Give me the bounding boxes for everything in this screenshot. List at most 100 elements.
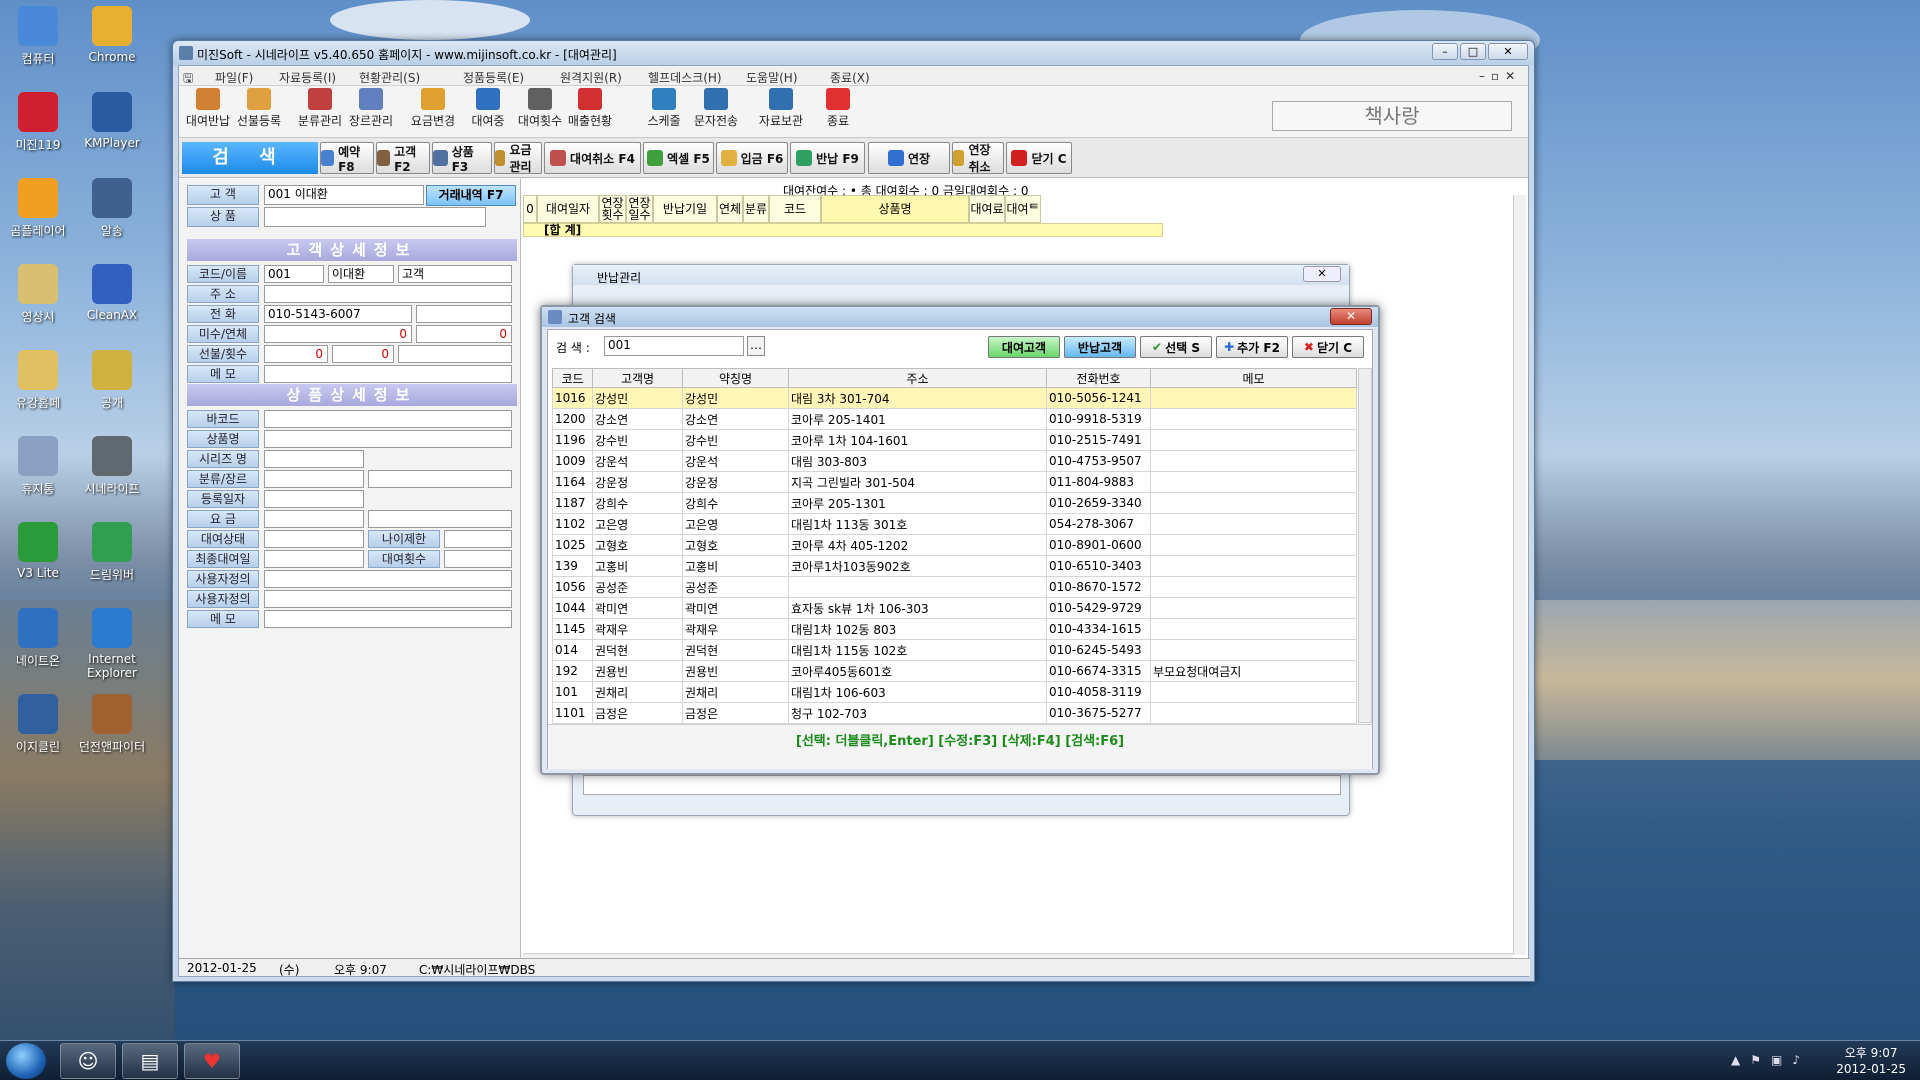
function-button[interactable]: 예약 F8 bbox=[320, 142, 374, 174]
table-column-header[interactable]: 주소 bbox=[788, 368, 1047, 388]
table-row[interactable]: 1016 강성민 강성민 대림 3차 301-704 010-5056-1241 bbox=[552, 387, 1357, 409]
desktop-icon[interactable]: V3 Lite bbox=[0, 522, 78, 580]
table-column-header[interactable]: 메모 bbox=[1150, 368, 1357, 388]
rental-column-header[interactable]: 대여ᄐ bbox=[1005, 195, 1041, 223]
rental-column-header[interactable]: 연장 횟수 bbox=[599, 195, 626, 223]
toolbar-tool-button[interactable]: 요금변경 bbox=[404, 88, 462, 129]
rental-column-header[interactable]: 연체 bbox=[717, 195, 743, 223]
history-button[interactable]: 거래내역 F7 bbox=[426, 185, 516, 206]
table-row[interactable]: 1025 고형호 고형호 코아루 4차 405-1202 010-8901-0600 bbox=[552, 534, 1357, 556]
table-row[interactable]: 101 권채리 권채리 대림1차 106-603 010-4058-3119 bbox=[552, 681, 1357, 703]
menu-item[interactable]: 현황관리(S) bbox=[359, 69, 420, 86]
prod-field[interactable] bbox=[264, 610, 512, 628]
customer-field[interactable]: 001 이대환 bbox=[264, 185, 424, 205]
rental-column-header[interactable]: 대여일자 bbox=[537, 195, 599, 223]
desktop-icon[interactable]: KMPlayer bbox=[72, 92, 152, 150]
rental-column-header[interactable]: 분류 bbox=[743, 195, 769, 223]
last-rent-field[interactable] bbox=[264, 550, 364, 568]
taskbar-app-stack[interactable]: ▤ bbox=[122, 1043, 178, 1079]
menu-item[interactable]: 자료등록(I) bbox=[279, 69, 336, 86]
desktop-icon[interactable]: 영상시 bbox=[0, 264, 78, 325]
vertical-scrollbar[interactable] bbox=[1513, 195, 1526, 955]
toolbar-tool-button[interactable]: 대여반납 bbox=[179, 88, 237, 129]
function-button[interactable]: 입금 F6 bbox=[716, 142, 788, 174]
rental-column-header[interactable]: 코드 bbox=[769, 195, 821, 223]
toolbar-exit-button[interactable]: 종료 bbox=[809, 88, 867, 129]
rental-column-header[interactable]: 0 bbox=[523, 195, 537, 223]
toolbar-tool-button[interactable]: 자료보관 bbox=[752, 88, 810, 129]
cust-phone2-field[interactable] bbox=[416, 305, 512, 323]
prod-field[interactable] bbox=[264, 410, 512, 428]
table-row[interactable]: 1044 곽미연 곽미연 효자동 sk뷰 1차 106-303 010-5429-972… bbox=[552, 597, 1357, 619]
rent-customer-button[interactable]: 대여고객 bbox=[988, 336, 1060, 358]
menu-item[interactable]: 헬프데스크(H) bbox=[648, 69, 722, 86]
dialog-close-icon[interactable]: ✕ bbox=[1330, 308, 1372, 325]
cust-extra-field[interactable] bbox=[398, 345, 512, 363]
desktop-icon[interactable]: 컴퓨터 bbox=[0, 6, 78, 67]
dialog-scrollbar[interactable] bbox=[1358, 368, 1372, 723]
desktop-icon[interactable]: Internet Explorer bbox=[72, 608, 152, 680]
search-browse-button[interactable]: … bbox=[747, 336, 765, 356]
table-row[interactable]: 139 고홍비 고홍비 코아루1차103동902호 010-6510-3403 bbox=[552, 555, 1357, 577]
prod-field[interactable] bbox=[264, 470, 364, 488]
table-column-header[interactable]: 약칭명 bbox=[682, 368, 789, 388]
taskbar-app-cinelife[interactable]: ☺ bbox=[60, 1043, 116, 1079]
search-button[interactable]: 검 색 bbox=[182, 142, 318, 174]
minimize-button[interactable]: – bbox=[1432, 43, 1458, 60]
prod-field[interactable] bbox=[368, 510, 512, 528]
table-row[interactable]: 014 권덕현 권덕현 대림1차 115동 102호 010-6245-5493 bbox=[552, 639, 1357, 661]
dialog-titlebar[interactable]: 고객 검색 ✕ bbox=[542, 307, 1378, 327]
prod-field[interactable] bbox=[264, 430, 512, 448]
prod-field[interactable] bbox=[264, 590, 512, 608]
cust-text-field[interactable] bbox=[264, 365, 512, 383]
search-input[interactable]: 001 bbox=[604, 336, 744, 356]
rent-count-field[interactable] bbox=[444, 550, 512, 568]
cust-prepaid-field[interactable]: 0 bbox=[264, 345, 328, 363]
table-row[interactable]: 1196 강수빈 강수빈 코아루 1차 104-1601 010-2515-7491 bbox=[552, 429, 1357, 451]
desktop-icon[interactable]: Chrome bbox=[72, 6, 152, 64]
toolbar-tool-button[interactable]: 선불등록 bbox=[230, 88, 288, 129]
return-close-button[interactable]: ✕ bbox=[1303, 266, 1341, 282]
rental-column-header[interactable]: 연장 일수 bbox=[626, 195, 653, 223]
desktop-icon[interactable]: 미진119 bbox=[0, 92, 78, 153]
menu-item[interactable]: 종료(X) bbox=[830, 69, 870, 86]
cust-type-field[interactable]: 고객 bbox=[398, 265, 512, 283]
function-button[interactable]: 연장 취소 bbox=[952, 142, 1004, 174]
prod-field[interactable] bbox=[264, 450, 364, 468]
cust-unpaid-field[interactable]: 0 bbox=[264, 325, 412, 343]
toolbar-tool-button[interactable]: 매출현황 bbox=[561, 88, 619, 129]
cust-overdue-field[interactable]: 0 bbox=[416, 325, 512, 343]
rental-column-header[interactable]: 대여료 bbox=[969, 195, 1005, 223]
prod-field[interactable] bbox=[368, 470, 512, 488]
cust-count-field[interactable]: 0 bbox=[332, 345, 394, 363]
mdi-window-controls[interactable]: –▫✕ bbox=[1479, 69, 1521, 83]
table-column-header[interactable]: 코드 bbox=[552, 368, 593, 388]
desktop-icon[interactable]: 시네라이프 bbox=[72, 436, 152, 497]
table-row[interactable]: 1102 고은영 고은영 대림1차 113동 301호 054-278-3067 bbox=[552, 513, 1357, 535]
toolbar-tool-button[interactable]: 분류관리 bbox=[291, 88, 349, 129]
menu-item[interactable]: 도움말(H) bbox=[746, 69, 798, 86]
desktop-icon[interactable]: 드림위버 bbox=[72, 522, 152, 583]
function-button[interactable]: 고객 F2 bbox=[376, 142, 430, 174]
table-row[interactable]: 1009 강운석 강운석 대림 303-803 010-4753-9507 bbox=[552, 450, 1357, 472]
desktop-icon[interactable]: 던전앤파이터 bbox=[72, 694, 152, 755]
product-field[interactable] bbox=[264, 207, 486, 227]
cust-text-field[interactable] bbox=[264, 285, 512, 303]
desktop-icon[interactable]: 휴지통 bbox=[0, 436, 78, 497]
cust-code-field[interactable]: 001 bbox=[264, 265, 324, 283]
function-button[interactable]: 엑셀 F5 bbox=[643, 142, 714, 174]
desktop-icon[interactable]: 네이트온 bbox=[0, 608, 78, 669]
cust-name-field[interactable]: 이대환 bbox=[328, 265, 394, 283]
prod-field[interactable] bbox=[264, 530, 364, 548]
window-titlebar[interactable]: 미진Soft - 시네라이프 v5.40.650 홈페이지 - www.miji… bbox=[173, 41, 1534, 65]
cust-phone-field[interactable]: 010-5143-6007 bbox=[264, 305, 412, 323]
toolbar-tool-button[interactable]: 대여중 bbox=[459, 88, 517, 129]
toolbar-tool-button[interactable]: 장르관리 bbox=[342, 88, 400, 129]
rental-column-header[interactable]: 상품명 bbox=[821, 195, 969, 223]
add-button[interactable]: ✚ 추가 F2 bbox=[1216, 336, 1288, 358]
table-row[interactable]: 1101 금정은 금정은 청구 102-703 010-3675-5277 bbox=[552, 702, 1357, 724]
maximize-button[interactable]: □ bbox=[1460, 43, 1486, 60]
desktop-icon[interactable]: CleanAX bbox=[72, 264, 152, 322]
table-row[interactable]: 1200 강소연 강소연 코아루 205-1401 010-9918-5319 bbox=[552, 408, 1357, 430]
menu-item[interactable]: 정품등록(E) bbox=[463, 69, 524, 86]
